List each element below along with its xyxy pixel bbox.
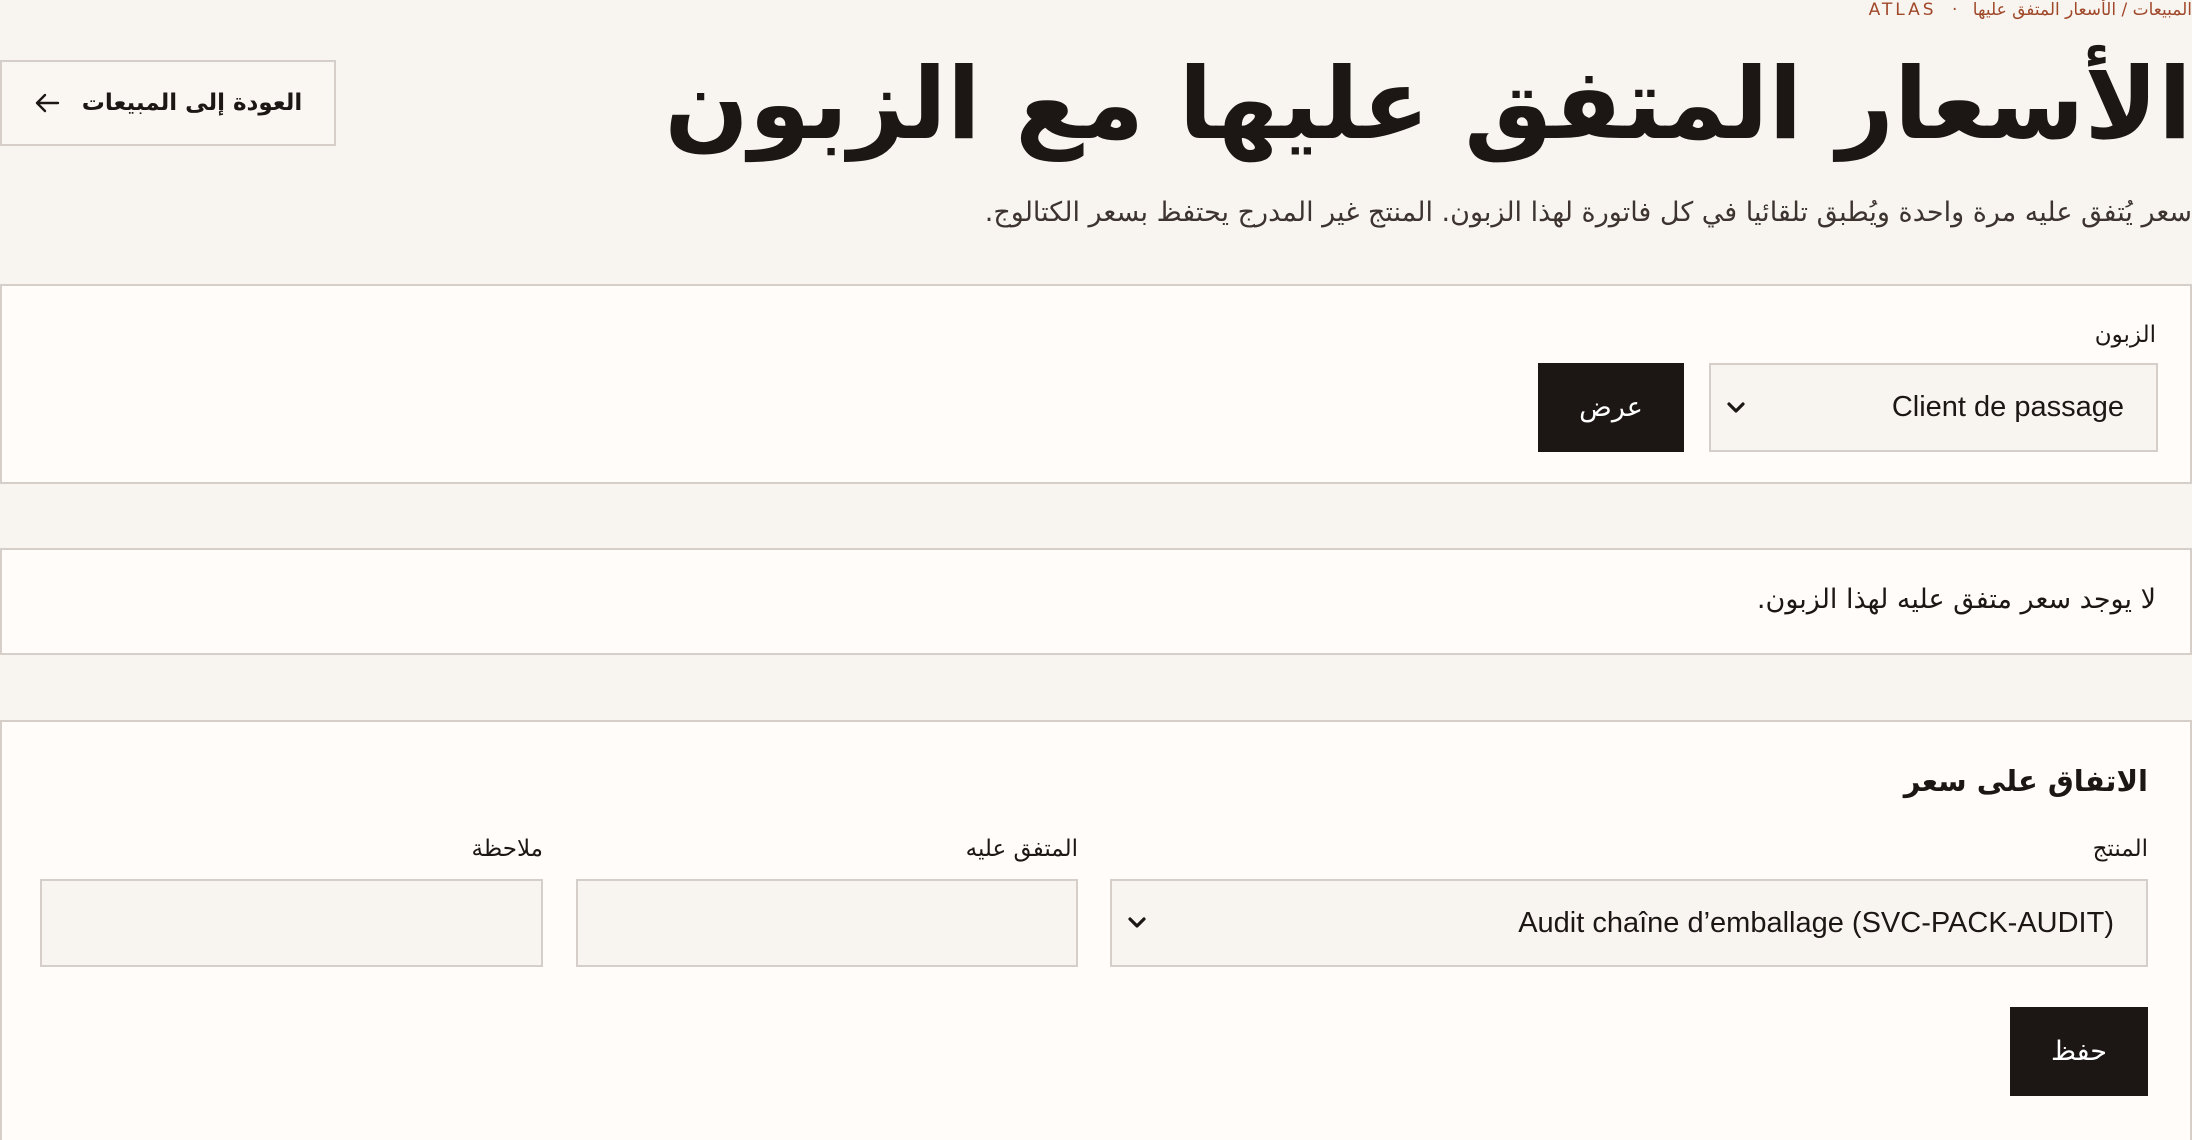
note-label: ملاحظة — [471, 836, 543, 862]
chevron-down-icon — [1128, 917, 1146, 928]
customer-select[interactable]: Client de passage — [1709, 363, 2158, 452]
customer-filter-card: الزبون Client de passage عرض — [0, 284, 2192, 484]
breadcrumb-brand[interactable]: ATLAS — [1869, 0, 1937, 20]
arrow-left-icon — [35, 93, 59, 113]
breadcrumb-path[interactable]: المبيعات / الأسعار المتفق عليها — [1973, 0, 2192, 20]
agreed-prices-list-card: لا يوجد سعر متفق عليه لهذا الزبون. — [0, 548, 2192, 655]
empty-state-message: لا يوجد سعر متفق عليه لهذا الزبون. — [1756, 584, 2156, 615]
back-to-sales-label: العودة إلى المبيعات — [81, 90, 303, 116]
save-button[interactable]: حفظ — [2010, 1007, 2148, 1096]
breadcrumb-separator: · — [1951, 0, 1958, 20]
page-title: الأسعار المتفق عليها مع الزبون — [664, 47, 2192, 162]
breadcrumb: المبيعات / الأسعار المتفق عليها · ATLAS — [1869, 0, 2192, 20]
chevron-down-icon — [1727, 401, 1745, 413]
product-label: المنتج — [2092, 836, 2148, 862]
product-select-value: Audit chaîne d’emballage (SVC-PACK-AUDIT… — [1518, 906, 2114, 939]
customer-select-value: Client de passage — [1891, 391, 2124, 423]
product-select[interactable]: Audit chaîne d’emballage (SVC-PACK-AUDIT… — [1110, 879, 2148, 967]
back-to-sales-button[interactable]: العودة إلى المبيعات — [0, 60, 336, 146]
agree-price-form-card: الاتفاق على سعر المنتج Audit chaîne d’em… — [0, 720, 2192, 1140]
agreed-price-input[interactable] — [576, 879, 1078, 967]
agreed-price-label: المتفق عليه — [965, 836, 1078, 862]
form-title: الاتفاق على سعر — [1903, 764, 2148, 798]
note-input[interactable] — [40, 879, 543, 967]
show-button[interactable]: عرض — [1538, 363, 1684, 452]
customer-label: الزبون — [2094, 322, 2156, 348]
page-subtitle: سعر يُتفق عليه مرة واحدة ويُطبق تلقائيا … — [984, 197, 2192, 228]
